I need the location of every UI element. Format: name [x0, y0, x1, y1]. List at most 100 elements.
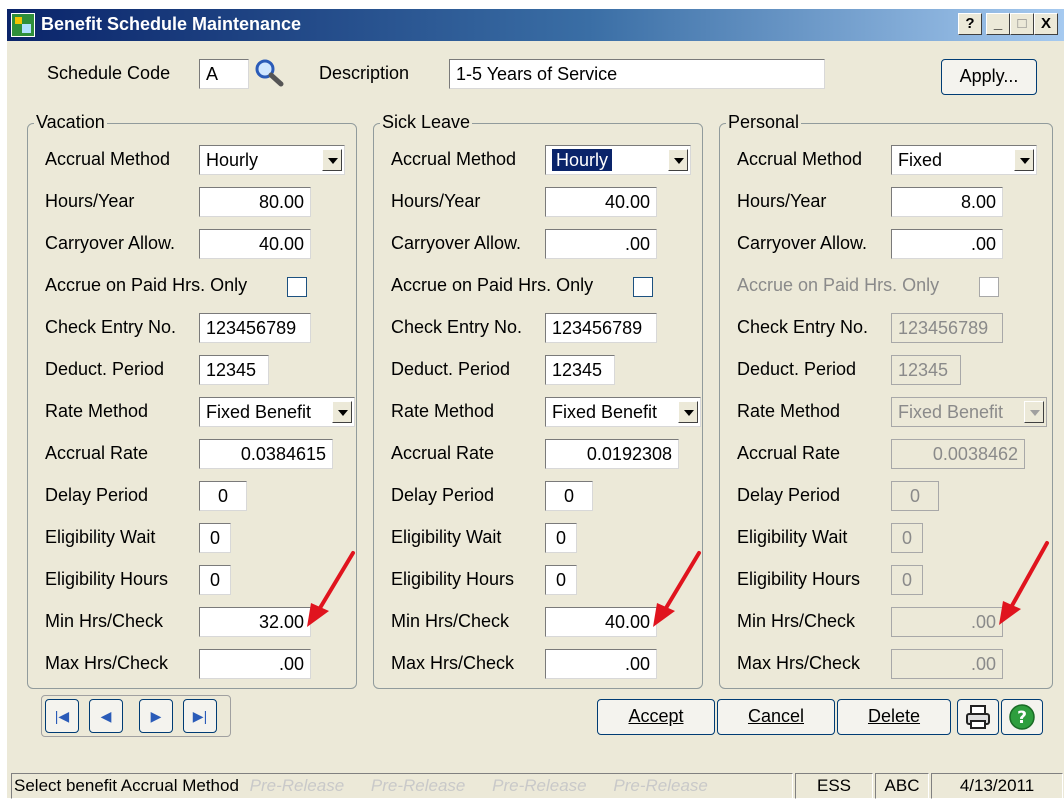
sick-hours-year-input[interactable]: 40.00 [545, 187, 657, 217]
vacation-hours-year-label: Hours/Year [45, 191, 135, 211]
sick-max-hrs-label: Max Hrs/Check [391, 653, 515, 673]
personal-accrual-method-label: Accrual Method [737, 149, 863, 169]
personal-check-entry-input: 123456789 [891, 313, 1003, 343]
status-watermark: Pre-Release [613, 776, 708, 795]
personal-carryover-input[interactable]: .00 [891, 229, 1003, 259]
delete-button[interactable]: Delete [837, 699, 951, 735]
previous-record-button[interactable]: ◀ [89, 699, 123, 733]
vacation-carryover-input[interactable]: 40.00 [199, 229, 311, 259]
first-record-button[interactable]: |◀ [45, 699, 79, 733]
personal-accrual-method-select[interactable]: Fixed [891, 145, 1037, 175]
status-bar: Select benefit Accrual Method Pre-Releas… [7, 771, 1064, 801]
personal-carryover-label: Carryover Allow. [737, 233, 868, 253]
status-company-cell: ABC [875, 773, 929, 799]
chevron-down-icon [1024, 401, 1044, 423]
printer-icon [966, 705, 990, 729]
personal-delay-period-input: 0 [891, 481, 939, 511]
vacation-hours-year-input[interactable]: 80.00 [199, 187, 311, 217]
sick-deduct-period-label: Deduct. Period [391, 359, 511, 379]
personal-accrue-paid-checkbox [979, 277, 999, 297]
chevron-down-icon[interactable] [668, 149, 688, 171]
next-record-button[interactable]: ▶ [139, 699, 173, 733]
vacation-delay-period-label: Delay Period [45, 485, 149, 505]
group-title-personal: Personal [726, 112, 802, 133]
vacation-elig-hours-input[interactable]: 0 [199, 565, 231, 595]
vacation-elig-wait-label: Eligibility Wait [45, 527, 156, 547]
sick-check-entry-label: Check Entry No. [391, 317, 523, 337]
chevron-down-icon[interactable] [332, 401, 352, 423]
vacation-accrual-method-label: Accrual Method [45, 149, 171, 169]
vacation-check-entry-input[interactable]: 123456789 [199, 313, 311, 343]
status-watermark: Pre-Release [249, 776, 345, 795]
vacation-accrual-rate-label: Accrual Rate [45, 443, 149, 463]
help-circle-button[interactable]: ? [1001, 699, 1043, 735]
vacation-elig-hours-label: Eligibility Hours [45, 569, 169, 589]
chevron-down-icon[interactable] [1014, 149, 1034, 171]
sick-max-hrs-input[interactable]: .00 [545, 649, 657, 679]
vacation-delay-period-input[interactable]: 0 [199, 481, 247, 511]
status-company: ABC [884, 776, 920, 795]
vacation-rate-method-select[interactable]: Fixed Benefit [199, 397, 355, 427]
window-title: Benefit Schedule Maintenance [41, 14, 302, 34]
sick-deduct-period-input[interactable]: 12345 [545, 355, 615, 385]
apply-button[interactable]: Apply... [941, 59, 1037, 95]
lookup-magnifier-icon[interactable] [253, 57, 285, 89]
personal-hours-year-input[interactable]: 8.00 [891, 187, 1003, 217]
vacation-accrue-paid-label: Accrue on Paid Hrs. Only [45, 275, 248, 295]
sick-delay-period-input[interactable]: 0 [545, 481, 593, 511]
vacation-check-entry-label: Check Entry No. [45, 317, 177, 337]
personal-max-hrs-label: Max Hrs/Check [737, 653, 861, 673]
sick-carryover-input[interactable]: .00 [545, 229, 657, 259]
status-module: ESS [816, 776, 852, 795]
sick-accrual-method-select[interactable]: Hourly [545, 145, 691, 175]
vacation-rate-method-value: Fixed Benefit [206, 402, 312, 422]
vacation-max-hrs-label: Max Hrs/Check [45, 653, 169, 673]
close-button[interactable]: X [1034, 13, 1058, 35]
last-record-button[interactable]: ▶| [183, 699, 217, 733]
accept-button[interactable]: Accept [597, 699, 715, 735]
personal-delay-period-label: Delay Period [737, 485, 841, 505]
benefit-schedule-window: Benefit Schedule Maintenance ? _ □ X Sch… [6, 8, 1064, 801]
help-button[interactable]: ? [958, 13, 982, 35]
sick-elig-hours-input[interactable]: 0 [545, 565, 577, 595]
vacation-accrue-paid-checkbox[interactable] [287, 277, 307, 297]
vacation-max-hrs-input[interactable]: .00 [199, 649, 311, 679]
sick-min-hrs-input[interactable]: 40.00 [545, 607, 657, 637]
sick-accrual-rate-input[interactable]: 0.0192308 [545, 439, 679, 469]
personal-elig-wait-input: 0 [891, 523, 923, 553]
vacation-min-hrs-label: Min Hrs/Check [45, 611, 164, 631]
minimize-button[interactable]: _ [986, 13, 1010, 35]
sick-rate-method-select[interactable]: Fixed Benefit [545, 397, 701, 427]
schedule-code-input[interactable]: A [199, 59, 249, 89]
chevron-down-icon[interactable] [322, 149, 342, 171]
sick-rate-method-value: Fixed Benefit [552, 402, 658, 422]
personal-check-entry-label: Check Entry No. [737, 317, 869, 337]
sick-accrue-paid-checkbox[interactable] [633, 277, 653, 297]
personal-elig-wait-label: Eligibility Wait [737, 527, 848, 547]
sick-rate-method-label: Rate Method [391, 401, 495, 421]
chevron-down-icon[interactable] [678, 401, 698, 423]
schedule-code-label: Schedule Code [47, 63, 171, 83]
sick-check-entry-input[interactable]: 123456789 [545, 313, 657, 343]
maximize-button[interactable]: □ [1010, 13, 1034, 35]
cancel-button[interactable]: Cancel [717, 699, 835, 735]
accept-button-label: Accept [628, 706, 684, 726]
description-input[interactable]: 1-5 Years of Service [449, 59, 825, 89]
vacation-accrual-rate-input[interactable]: 0.0384615 [199, 439, 333, 469]
vacation-deduct-period-input[interactable]: 12345 [199, 355, 269, 385]
print-button[interactable] [957, 699, 999, 735]
red-arrow-annotation-icon [999, 541, 1049, 625]
personal-accrual-rate-input: 0.0038462 [891, 439, 1025, 469]
personal-accrue-paid-label: Accrue on Paid Hrs. Only [737, 275, 940, 295]
personal-elig-hours-input: 0 [891, 565, 923, 595]
vacation-accrual-method-select[interactable]: Hourly [199, 145, 345, 175]
title-bar: Benefit Schedule Maintenance ? _ □ X [7, 9, 1064, 41]
vacation-elig-wait-input[interactable]: 0 [199, 523, 231, 553]
vacation-min-hrs-input[interactable]: 32.00 [199, 607, 311, 637]
personal-deduct-period-input: 12345 [891, 355, 961, 385]
sick-accrual-method-label: Accrual Method [391, 149, 517, 169]
sick-elig-wait-input[interactable]: 0 [545, 523, 577, 553]
red-arrow-annotation-icon [653, 551, 701, 627]
personal-elig-hours-label: Eligibility Hours [737, 569, 861, 589]
apply-button-label: Apply... [959, 66, 1019, 86]
